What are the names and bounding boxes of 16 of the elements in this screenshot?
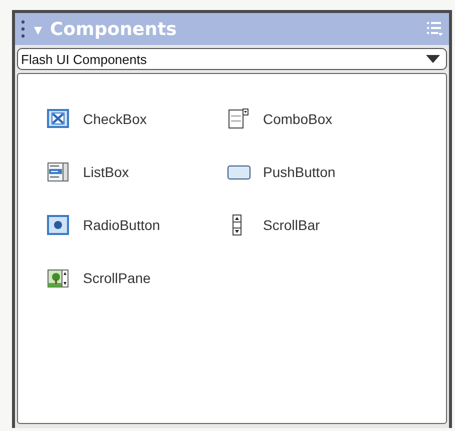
grip-icon[interactable] — [20, 19, 26, 39]
component-label[interactable]: RadioButton — [83, 217, 160, 233]
component-label[interactable]: ScrollPane — [83, 270, 151, 286]
component-label[interactable]: ComboBox — [263, 111, 332, 127]
component-label[interactable]: PushButton — [263, 164, 336, 180]
dropdown-arrow-icon — [426, 55, 440, 63]
component-label[interactable]: ListBox — [83, 164, 129, 180]
panel-title: Components — [50, 18, 178, 40]
combobox-icon[interactable] — [227, 108, 251, 130]
checkbox-icon[interactable] — [47, 108, 71, 130]
scroll-pane-icon[interactable] — [47, 267, 71, 289]
radio-button-icon[interactable] — [47, 214, 71, 236]
component-label[interactable]: ScrollBar — [263, 217, 320, 233]
listbox-icon[interactable] — [47, 161, 71, 183]
library-dropdown[interactable]: Flash UI Components — [17, 48, 447, 70]
component-label[interactable]: CheckBox — [83, 111, 147, 127]
